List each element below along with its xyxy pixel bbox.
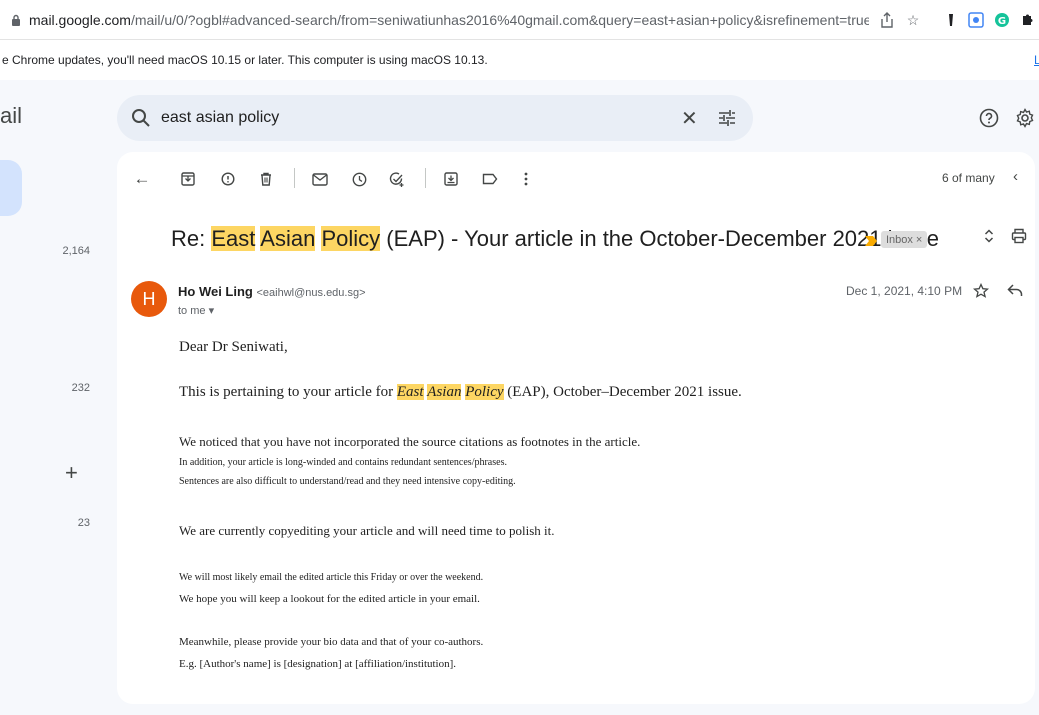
previous-page-icon[interactable]: ‹ — [1013, 168, 1018, 185]
add-label-icon[interactable]: + — [65, 460, 78, 486]
remove-label-icon[interactable]: × — [916, 234, 922, 246]
toolbar-divider — [425, 168, 426, 188]
body-paragraph: This is pertaining to your article for E… — [179, 384, 742, 401]
mark-unread-icon[interactable] — [311, 170, 329, 188]
recipients-toggle[interactable]: to me ▾ — [178, 304, 214, 317]
sender-email: <eaihwl@nus.edu.sg> — [256, 287, 366, 299]
search-bar[interactable]: east asian policy ✕ — [117, 95, 753, 141]
star-icon[interactable] — [972, 282, 990, 304]
share-icon[interactable] — [878, 11, 896, 29]
extensions-puzzle-icon[interactable] — [1018, 11, 1036, 29]
clear-search-icon[interactable]: ✕ — [681, 106, 698, 131]
extension-blue-icon[interactable] — [967, 11, 985, 29]
back-arrow-icon[interactable]: ← — [133, 169, 151, 188]
update-notice-bar: e Chrome updates, you'll need macOS 10.1… — [0, 40, 1039, 80]
svg-text:G: G — [998, 16, 1006, 27]
url-host: mail.google.com — [29, 11, 131, 28]
snooze-clock-icon[interactable] — [350, 170, 368, 188]
recipients-text: to me — [178, 305, 206, 317]
add-task-icon[interactable] — [388, 170, 406, 188]
body-highlight: Policy — [465, 384, 504, 400]
search-input[interactable]: east asian policy — [161, 109, 279, 127]
subject-suffix: (EAP) - Your article in the October-Dece… — [380, 226, 939, 251]
reply-icon[interactable] — [1007, 283, 1023, 302]
body-paragraph: We are currently copyediting your articl… — [179, 523, 555, 538]
important-marker-icon[interactable] — [865, 233, 877, 246]
url-text[interactable]: mail.google.com/mail/u/0/?ogbl#advanced-… — [29, 12, 869, 28]
archive-icon[interactable] — [179, 170, 197, 188]
expand-collapse-icon[interactable] — [983, 228, 995, 249]
body-paragraph: Meanwhile, please provide your bio data … — [179, 636, 484, 648]
label-count: 2,164 — [62, 245, 90, 257]
caret-down-icon[interactable]: ▾ — [209, 305, 215, 317]
lock-icon — [10, 13, 21, 26]
bookmark-star-icon[interactable]: ☆ — [904, 11, 922, 29]
url-path: /mail/u/0/?ogbl#advanced-search/from=sen… — [130, 11, 869, 28]
help-icon[interactable] — [979, 108, 999, 133]
body-highlight: East — [396, 384, 424, 400]
search-icon[interactable] — [131, 108, 151, 133]
subject-highlight: Asian — [260, 226, 316, 251]
message-date: Dec 1, 2021, 4:10 PM — [846, 284, 963, 298]
sender-line: Ho Wei Ling <eaihwl@nus.edu.sg> — [178, 284, 366, 299]
report-spam-icon[interactable] — [219, 170, 237, 188]
sender-avatar[interactable]: H — [131, 281, 167, 317]
compose-button[interactable] — [0, 160, 22, 216]
body-greeting: Dear Dr Seniwati, — [179, 339, 288, 355]
label-tag-icon[interactable] — [481, 170, 499, 188]
body-text: (EAP), October–December 2021 issue. — [503, 384, 742, 400]
email-subject: Re: East Asian Policy (EAP) - Your artic… — [171, 226, 939, 252]
toolbar-divider — [294, 168, 295, 188]
delete-trash-icon[interactable] — [257, 170, 275, 188]
move-to-icon[interactable] — [442, 170, 460, 188]
body-paragraph: We noticed that you have not incorporate… — [179, 434, 641, 449]
body-paragraph: We will most likely email the edited art… — [179, 572, 484, 583]
address-bar[interactable]: mail.google.com/mail/u/0/?ogbl#advanced-… — [0, 0, 1039, 40]
grammarly-icon[interactable]: G — [993, 11, 1011, 29]
body-paragraph: Sentences are also difficult to understa… — [179, 476, 516, 487]
notice-link[interactable]: L — [1034, 53, 1039, 67]
body-text: This is pertaining to your article for — [179, 384, 397, 400]
subject-highlight: Policy — [321, 226, 381, 251]
settings-gear-icon[interactable] — [1015, 108, 1035, 133]
subject-highlight: East — [211, 226, 256, 251]
inbox-label-text: Inbox — [886, 233, 913, 246]
inbox-label-chip[interactable]: Inbox × — [881, 231, 928, 248]
label-count: 23 — [77, 517, 90, 529]
update-notice-text: e Chrome updates, you'll need macOS 10.1… — [2, 53, 488, 67]
gmail-logo-text[interactable]: ail — [0, 103, 22, 129]
body-paragraph: E.g. [Author's name] is [designation] at… — [179, 658, 457, 670]
more-vertical-icon[interactable] — [517, 170, 535, 188]
subject-prefix: Re: — [171, 226, 212, 251]
body-paragraph: We hope you will keep a lookout for the … — [179, 593, 480, 605]
sender-name[interactable]: Ho Wei Ling — [178, 284, 253, 299]
search-options-icon[interactable] — [717, 108, 737, 133]
pagination-text: 6 of many — [942, 171, 995, 185]
body-paragraph: In addition, your article is long-winded… — [179, 457, 507, 468]
label-count: 232 — [71, 382, 90, 394]
extension-pen-icon[interactable] — [942, 11, 960, 29]
print-icon[interactable] — [1011, 228, 1027, 249]
body-highlight: Asian — [427, 384, 462, 400]
